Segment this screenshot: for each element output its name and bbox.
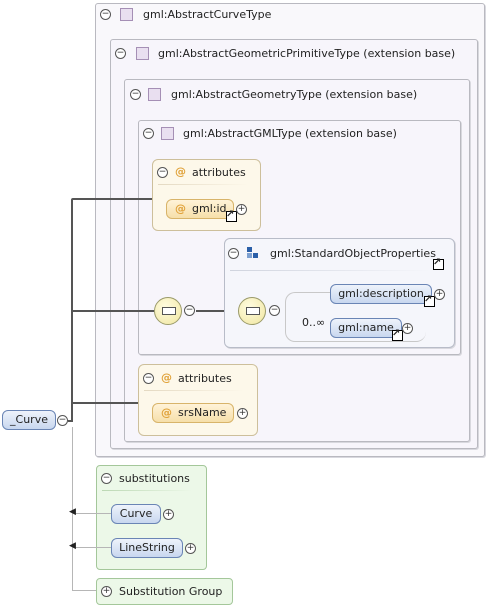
substitution-curve-label: Curve [119,507,153,520]
substitution-line [74,513,112,514]
expand-icon[interactable]: + [236,204,247,215]
connector-line [73,402,138,404]
separator [230,270,430,271]
reference-arrow-icon [433,257,444,270]
abstract-geometry-type-title: gml:AbstractGeometryType (extension base… [171,88,418,101]
reference-arrow-icon [392,328,403,341]
expand-icon[interactable]: + [185,543,196,554]
sequence-compositor-icon [238,297,266,325]
collapse-toggle-icon[interactable]: − [157,167,168,178]
substitution-curve[interactable]: Curve [111,504,161,524]
substitution-group-label: Substitution Group [119,585,223,598]
collapse-toggle-icon[interactable]: − [115,48,126,59]
expand-icon[interactable]: + [101,586,112,597]
connector-line [73,310,154,312]
separator [102,490,192,491]
complex-type-icon [136,47,149,60]
abstract-geometric-primitive-type-title: gml:AbstractGeometricPrimitiveType (exte… [158,47,456,60]
collapse-toggle-icon[interactable]: − [269,305,280,316]
root-element-curve[interactable]: _Curve [2,410,56,430]
element-gml-name-label: gml:name [338,321,394,334]
arrow-left-icon: ◀ [69,507,76,517]
sequence-compositor-icon [154,297,182,325]
arrow-left-icon: ◀ [69,541,76,551]
expand-icon[interactable]: + [402,323,413,334]
separator [158,184,248,185]
cardinality-label: 0..∞ [302,316,326,329]
attribute-at-icon: @ [175,165,186,178]
complex-type-icon [120,8,133,21]
attributes-label: attributes [178,372,232,385]
complex-type-icon [161,127,174,140]
collapse-toggle-icon[interactable]: − [101,473,112,484]
expand-icon[interactable]: + [163,509,174,520]
expand-icon[interactable]: + [237,408,248,419]
root-element-label: _Curve [10,413,48,426]
collapse-toggle-icon[interactable]: − [228,248,239,259]
attributes-label: attributes [192,166,246,179]
abstract-gml-type-title: gml:AbstractGMLType (extension base) [183,127,397,140]
collapse-toggle-icon[interactable]: − [100,9,111,20]
group-icon [247,247,259,259]
substitution-linestring-label: LineString [119,541,175,554]
substitution-line [73,590,97,591]
element-gml-description-label: gml:description [338,287,424,300]
connector-line [73,198,152,200]
collapse-toggle-icon[interactable]: − [57,415,68,426]
attribute-at-icon: @ [161,406,172,419]
collapse-toggle-icon[interactable]: − [184,305,195,316]
element-gml-description[interactable]: gml:description [330,284,432,304]
expand-icon[interactable]: + [434,289,445,300]
collapse-toggle-icon[interactable]: − [143,373,154,384]
attribute-srsname-label: srsName [178,406,227,419]
reference-arrow-icon [226,209,237,222]
reference-arrow-icon [424,294,435,307]
attribute-gml-id-label: gml:id [192,202,227,215]
substitution-line [74,547,112,548]
complex-type-icon [148,88,161,101]
abstract-curve-type-title: gml:AbstractCurveType [143,8,272,21]
collapse-toggle-icon[interactable]: − [143,128,154,139]
attribute-at-icon: @ [175,202,186,215]
substitution-linestring[interactable]: LineString [111,538,183,558]
attribute-at-icon: @ [161,371,172,384]
substitutions-label: substitutions [119,472,190,485]
collapse-toggle-icon[interactable]: − [130,89,141,100]
separator [144,390,244,391]
standard-object-properties-label: gml:StandardObjectProperties [270,247,436,260]
